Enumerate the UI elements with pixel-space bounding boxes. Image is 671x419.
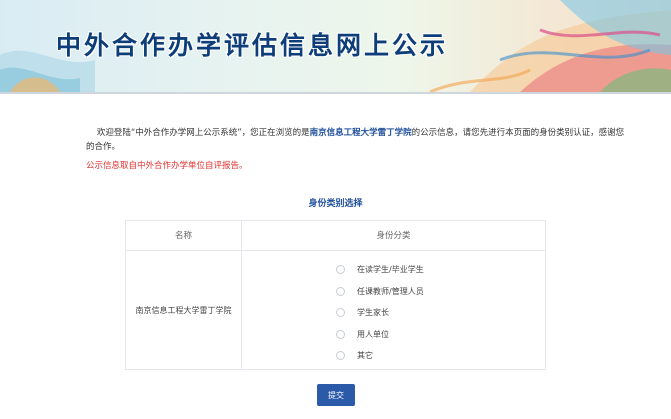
header-banner: 中外合作办学评估信息网上公示 [0,0,671,92]
identity-option-student[interactable]: 在读学生/毕业学生 [336,259,536,281]
submit-button[interactable]: 提交 [317,384,355,406]
radio-icon[interactable] [336,308,345,318]
option-label: 用人单位 [357,329,389,339]
identity-table: 名称 身份分类 南京信息工程大学雷丁学院 在读学生/毕业学生 任课教师/管理人员… [125,220,546,370]
column-header-name: 名称 [126,221,242,251]
option-label: 在读学生/毕业学生 [357,265,424,275]
identity-option-staff[interactable]: 任课教师/管理人员 [336,281,536,303]
header-divider [0,92,671,94]
identity-option-parent[interactable]: 学生家长 [336,302,536,324]
intro-prefix: 欢迎登陆“中外合作办学网上公示系统”，您正在浏览的是 [96,128,310,138]
identity-option-employer[interactable]: 用人单位 [336,324,536,346]
identity-options: 在读学生/毕业学生 任课教师/管理人员 学生家长 用人单位 其它 [336,259,536,367]
radio-icon[interactable] [336,286,345,296]
option-label: 其它 [357,351,373,361]
institution-name: 南京信息工程大学雷丁学院 [135,305,232,315]
intro-paragraph: 欢迎登陆“中外合作办学网上公示系统”，您正在浏览的是南京信息工程大学雷丁学院的公… [86,126,626,154]
institution-name-cell: 南京信息工程大学雷丁学院 [126,251,242,369]
notice-text: 公示信息取自中外合作办学单位自评报告。 [86,161,248,171]
banner-title: 中外合作办学评估信息网上公示 [56,31,449,60]
radio-icon[interactable] [336,351,345,361]
identity-option-other[interactable]: 其它 [336,345,536,367]
column-header-identity: 身份分类 [242,221,545,251]
option-label: 任课教师/管理人员 [357,286,424,296]
intro-school-name: 南京信息工程大学雷丁学院 [309,128,412,138]
section-title: 身份类别选择 [308,199,363,209]
option-label: 学生家长 [357,308,389,318]
radio-icon[interactable] [336,329,345,339]
radio-icon[interactable] [336,265,345,275]
